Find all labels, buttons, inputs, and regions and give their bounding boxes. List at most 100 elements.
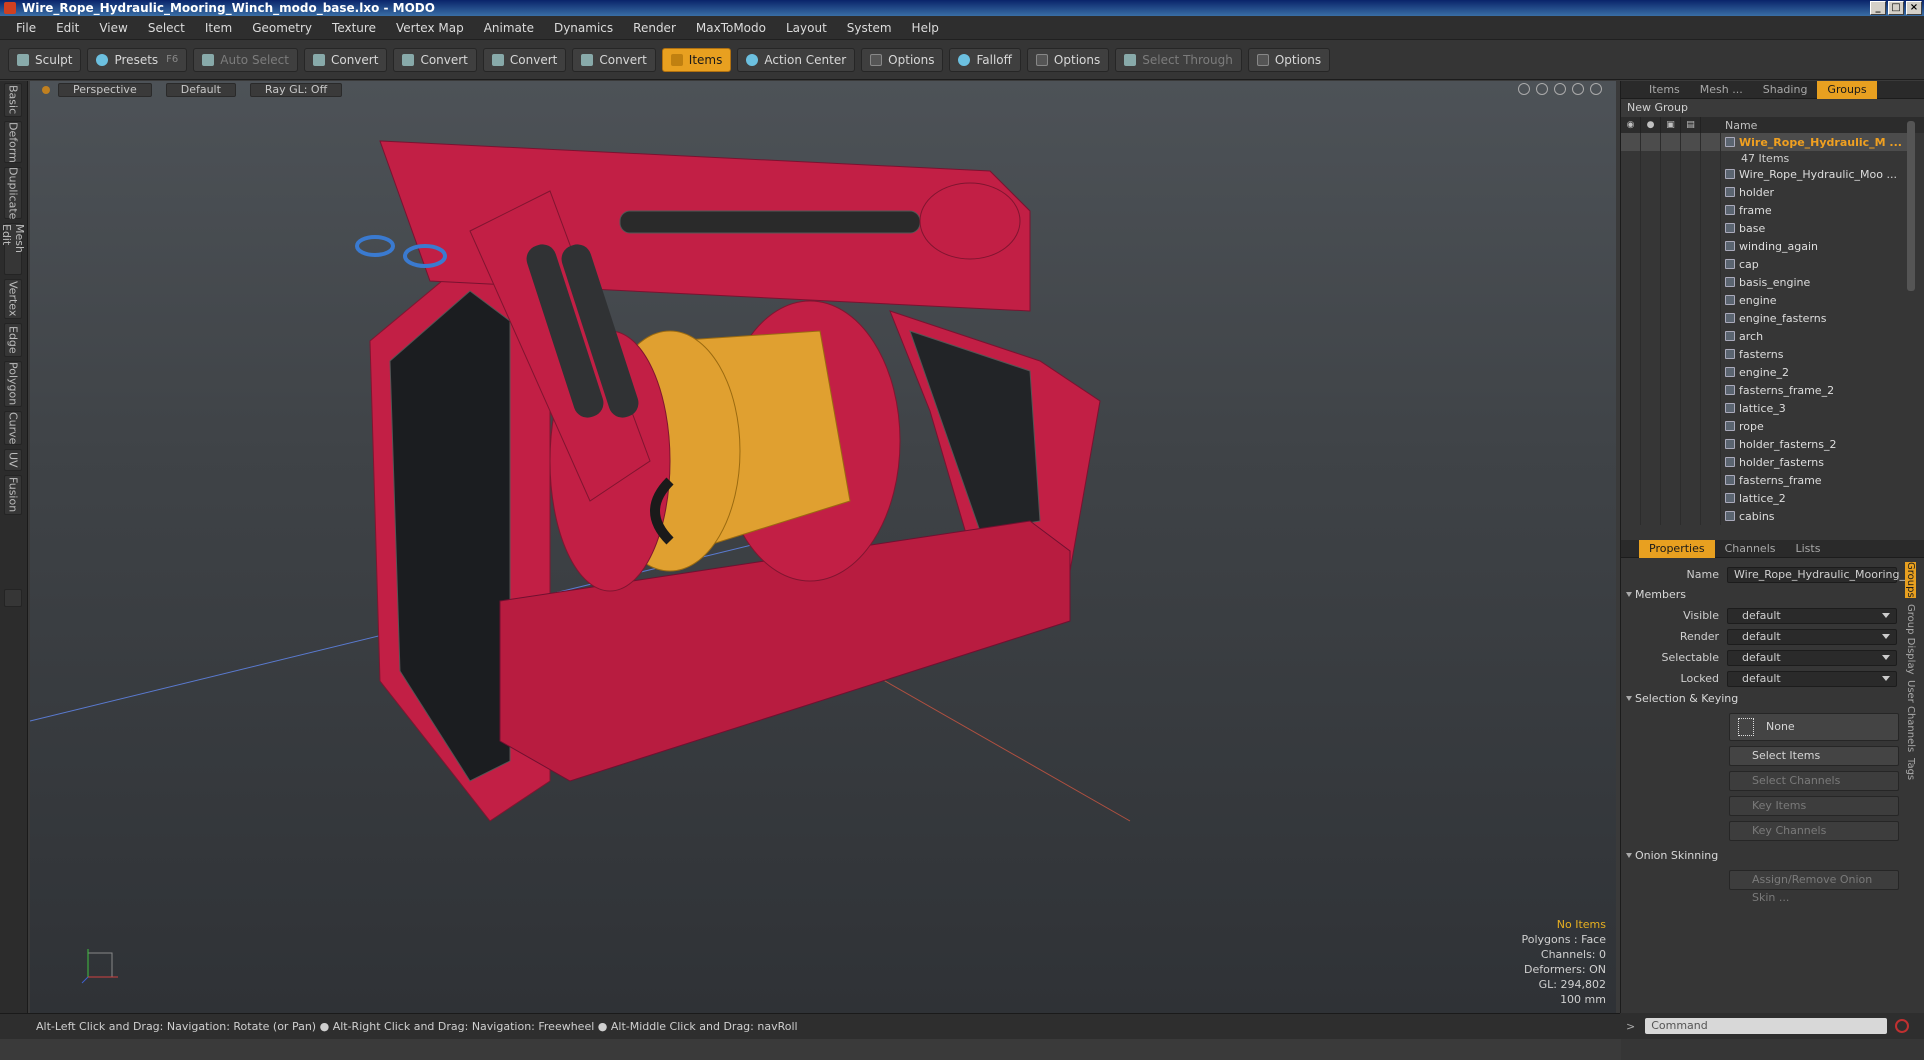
selection-keying-section[interactable]: Selection & Keying	[1621, 689, 1924, 709]
menu-select[interactable]: Select	[138, 21, 195, 35]
list-item[interactable]: engine	[1621, 291, 1909, 309]
action-center-options-button[interactable]: Options	[861, 47, 944, 72]
presets-button[interactable]: Presets F6	[87, 47, 188, 72]
convert-polygons-button[interactable]: Convert	[482, 47, 567, 72]
command-input[interactable]: Command	[1645, 1018, 1888, 1034]
select-channels-button[interactable]: Select Channels	[1729, 771, 1899, 791]
tab-channels[interactable]: Channels	[1715, 540, 1786, 558]
list-item[interactable]: winding_again	[1621, 237, 1909, 255]
name-column-header[interactable]: Name	[1721, 119, 1757, 132]
list-item[interactable]: engine_fasterns	[1621, 309, 1909, 327]
menu-item[interactable]: Item	[195, 21, 242, 35]
tab-polygon[interactable]: Polygon	[4, 361, 22, 407]
visible-dropdown[interactable]: default	[1727, 607, 1897, 624]
menu-dynamics[interactable]: Dynamics	[544, 21, 623, 35]
none-selector-button[interactable]: None	[1729, 713, 1899, 741]
tab-basic[interactable]: Basic	[4, 83, 22, 117]
tab-shading[interactable]: Shading	[1753, 81, 1818, 99]
item-icon	[1725, 331, 1735, 341]
brush-icon	[17, 53, 29, 66]
assign-onion-skin-button[interactable]: Assign/Remove Onion Skin ...	[1729, 870, 1899, 904]
menu-help[interactable]: Help	[902, 21, 949, 35]
menu-texture[interactable]: Texture	[322, 21, 386, 35]
tab-extra[interactable]	[4, 589, 22, 607]
list-item[interactable]: Wire_Rope_Hydraulic_Moo ...	[1621, 165, 1909, 183]
menu-render[interactable]: Render	[623, 21, 686, 35]
action-center-button[interactable]: Action Center	[737, 47, 856, 72]
list-item[interactable]: lattice_2	[1621, 489, 1909, 507]
menu-geometry[interactable]: Geometry	[242, 21, 322, 35]
falloff-options-button[interactable]: Options	[1026, 47, 1110, 72]
members-section[interactable]: Members	[1621, 585, 1924, 605]
list-item[interactable]: fasterns_frame	[1621, 471, 1909, 489]
tree-scrollbar[interactable]	[1907, 121, 1915, 291]
sculpt-button[interactable]: Sculpt	[8, 47, 82, 72]
list-item[interactable]: frame	[1621, 201, 1909, 219]
list-item[interactable]: holder_fasterns_2	[1621, 435, 1909, 453]
convert-vertices-button[interactable]: Convert	[303, 47, 388, 72]
list-item[interactable]: arch	[1621, 327, 1909, 345]
auto-select-button[interactable]: Auto Select	[193, 47, 298, 72]
tab-uv[interactable]: UV	[4, 449, 22, 471]
list-item[interactable]: lattice_3	[1621, 399, 1909, 417]
select-through-button[interactable]: Select Through	[1115, 47, 1242, 72]
tab-groups[interactable]: Groups	[1817, 80, 1877, 99]
maximize-button[interactable]: □	[1888, 1, 1904, 15]
select-items-button[interactable]: Select Items	[1729, 746, 1899, 766]
falloff-button[interactable]: Falloff	[949, 47, 1021, 72]
side-tab-tags[interactable]: Tags	[1905, 758, 1916, 780]
list-item[interactable]: cap	[1621, 255, 1909, 273]
tab-duplicate[interactable]: Duplicate	[4, 167, 22, 219]
locked-dropdown[interactable]: default	[1727, 670, 1897, 687]
side-tab-group-display[interactable]: Group Display	[1905, 604, 1916, 674]
record-icon[interactable]	[1895, 1019, 1910, 1033]
menu-vertex-map[interactable]: Vertex Map	[386, 21, 474, 35]
list-item[interactable]: holder	[1621, 183, 1909, 201]
menu-file[interactable]: File	[6, 21, 46, 35]
name-field[interactable]: Wire_Rope_Hydraulic_Mooring_V	[1727, 566, 1913, 583]
tab-curve[interactable]: Curve	[4, 411, 22, 445]
list-item[interactable]: fasterns_frame_2	[1621, 381, 1909, 399]
menu-layout[interactable]: Layout	[776, 21, 837, 35]
convert-materials-button[interactable]: Convert	[572, 47, 656, 72]
list-item[interactable]: basis_engine	[1621, 273, 1909, 291]
key-channels-button[interactable]: Key Channels	[1729, 821, 1899, 841]
list-item[interactable]: holder_fasterns	[1621, 453, 1909, 471]
onion-skinning-section[interactable]: Onion Skinning	[1621, 846, 1924, 866]
tab-mesh[interactable]: Mesh ...	[1690, 81, 1753, 99]
tab-mesh-edit[interactable]: Mesh Edit	[0, 223, 26, 275]
auto-select-icon	[202, 53, 215, 66]
groups-tree: Wire_Rope_Hydraulic_M ... 47 Items Wire_…	[1621, 133, 1909, 533]
tab-fusion[interactable]: Fusion	[4, 475, 22, 515]
render-dropdown[interactable]: default	[1727, 628, 1897, 645]
select-through-options-button[interactable]: Options	[1247, 47, 1331, 72]
items-mode-button[interactable]: Items	[661, 47, 732, 72]
menu-view[interactable]: View	[89, 21, 137, 35]
menu-animate[interactable]: Animate	[474, 21, 544, 35]
winch-model	[30, 140, 1131, 822]
side-tab-groups[interactable]: Groups	[1905, 562, 1916, 598]
tab-items[interactable]: Items	[1639, 81, 1690, 99]
side-tab-user-channels[interactable]: User Channels	[1905, 680, 1916, 752]
close-button[interactable]: ×	[1906, 1, 1922, 15]
tab-properties[interactable]: Properties	[1639, 539, 1715, 558]
menu-maxtomodo[interactable]: MaxToModo	[686, 21, 776, 35]
item-icon	[1725, 241, 1735, 251]
tab-edge[interactable]: Edge	[4, 323, 22, 357]
tab-lists[interactable]: Lists	[1786, 540, 1831, 558]
tab-vertex[interactable]: Vertex	[4, 279, 22, 319]
new-group-button[interactable]: New Group	[1621, 99, 1924, 117]
key-items-button[interactable]: Key Items	[1729, 796, 1899, 816]
menu-edit[interactable]: Edit	[46, 21, 89, 35]
tab-deform[interactable]: Deform	[4, 121, 22, 163]
convert-edges-button[interactable]: Convert	[393, 47, 477, 72]
list-item[interactable]: cabins	[1621, 507, 1909, 525]
list-item[interactable]: fasterns	[1621, 345, 1909, 363]
list-item[interactable]: base	[1621, 219, 1909, 237]
menu-system[interactable]: System	[837, 21, 902, 35]
3d-viewport[interactable]: Perspective Default Ray GL: Off No Items…	[30, 81, 1616, 1013]
selectable-dropdown[interactable]: default	[1727, 649, 1897, 666]
minimize-button[interactable]: _	[1870, 1, 1886, 15]
list-item[interactable]: engine_2	[1621, 363, 1909, 381]
list-item[interactable]: rope	[1621, 417, 1909, 435]
